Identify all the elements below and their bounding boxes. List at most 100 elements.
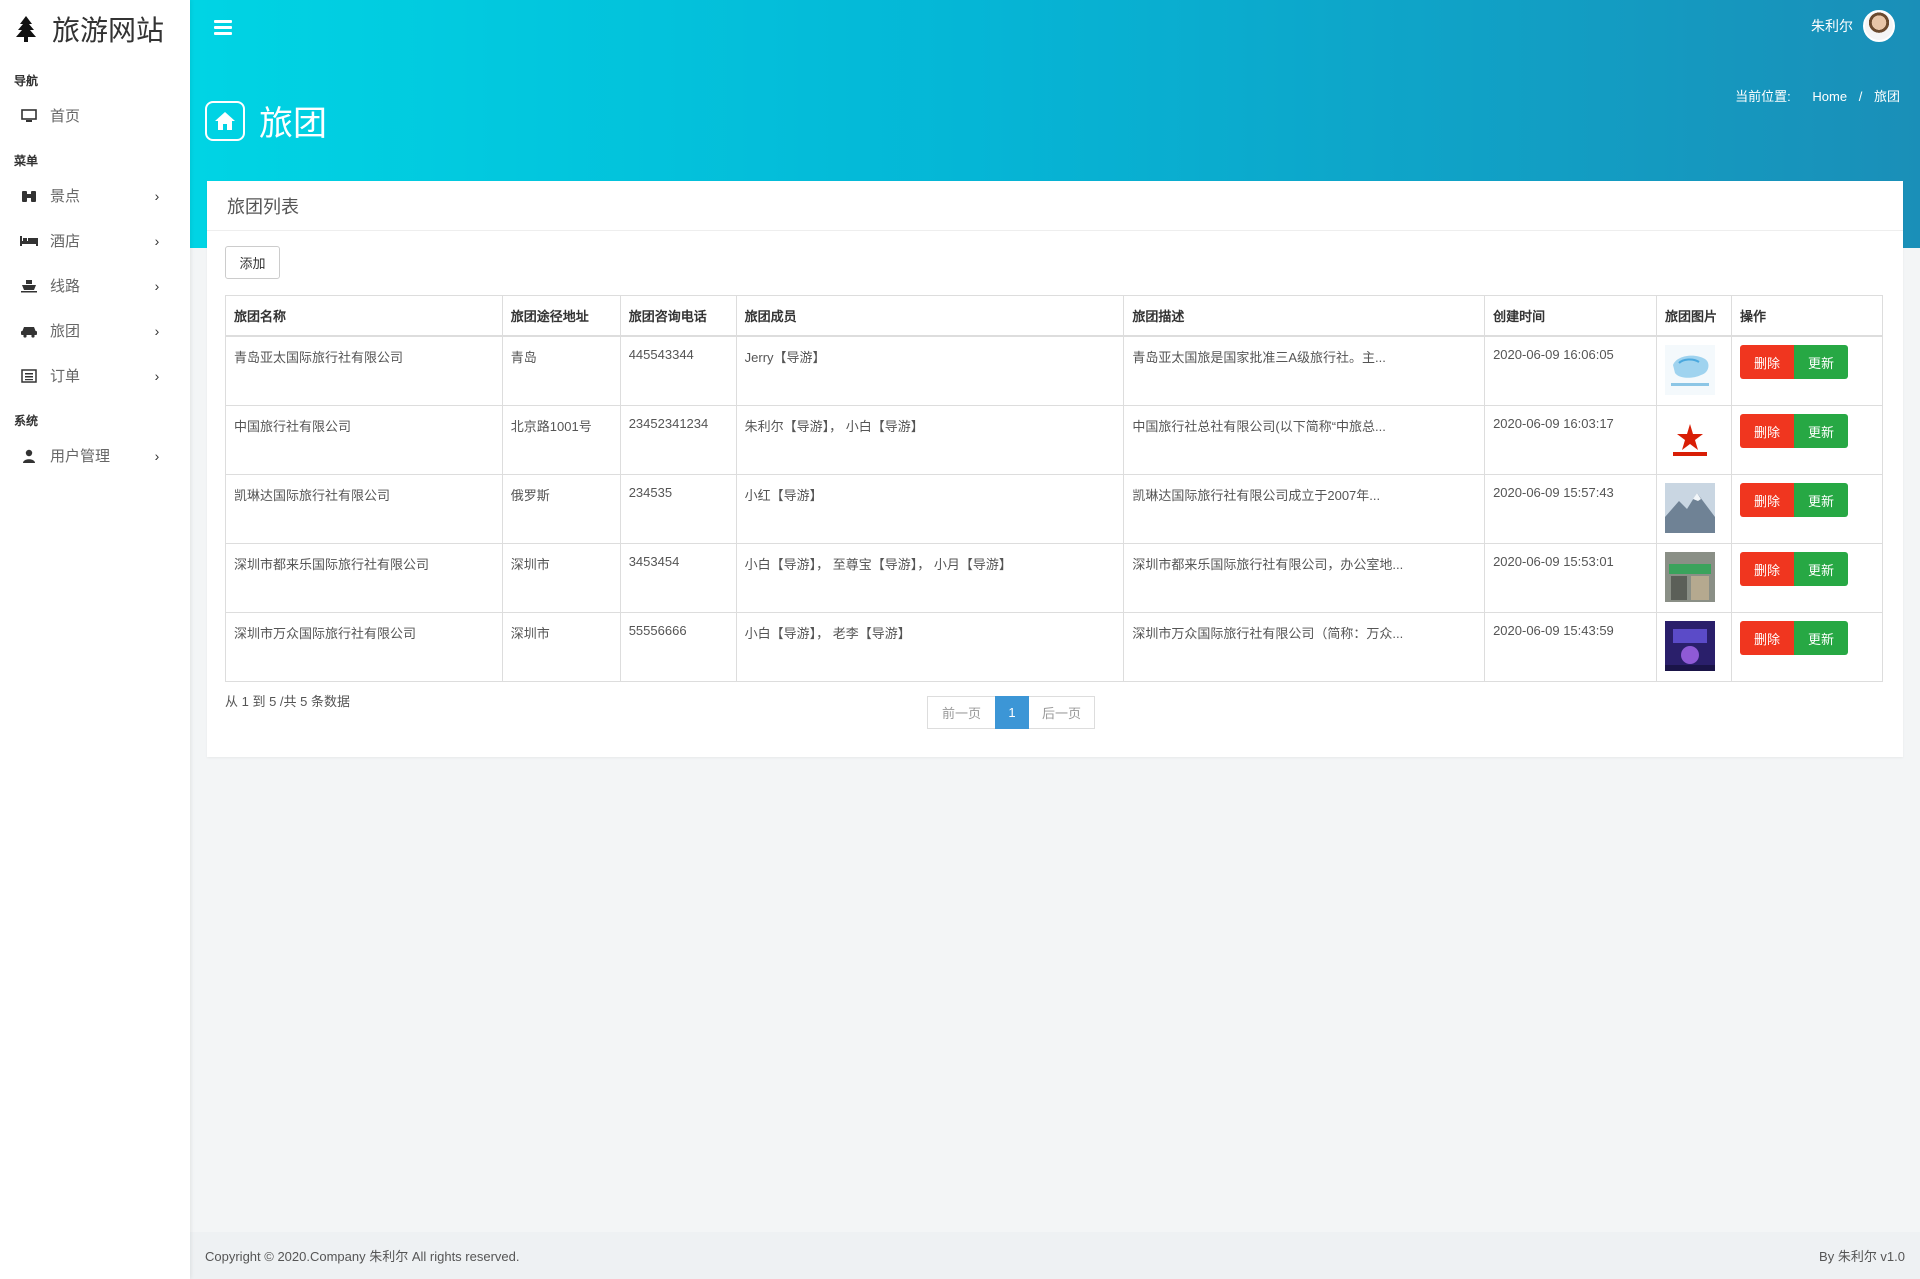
- brand[interactable]: 旅游网站: [0, 0, 190, 58]
- cell-actions: 删除 更新: [1730, 543, 1884, 613]
- sidebar-item-label: 首页: [50, 108, 81, 125]
- table-row: 深圳市万众国际旅行社有限公司 深圳市 55556666 小白【导游】， 老李【导…: [225, 612, 1884, 682]
- chevron-right-icon: ›: [154, 447, 160, 464]
- cell-image: [1655, 405, 1732, 475]
- cell-members: 小白【导游】， 老李【导游】: [735, 612, 1125, 682]
- breadcrumb-home-link[interactable]: Home: [1812, 89, 1847, 104]
- card-title: 旅团列表: [207, 181, 1903, 231]
- footer-copyright: Copyright © 2020.Company 朱利尔 All rights …: [205, 1249, 520, 1264]
- table-row: 青岛亚太国际旅行社有限公司 青岛 445543344 Jerry【导游】 青岛亚…: [225, 335, 1884, 406]
- tour-group-list-card: 旅团列表 添加 旅团名称 旅团途径地址 旅团咨询电话 旅团成员 旅团描述 创建时…: [207, 181, 1903, 757]
- cell-address: 深圳市: [501, 543, 621, 613]
- column-header[interactable]: 旅团名称: [225, 295, 503, 337]
- sidebar-item-user-management[interactable]: 用户管理 ›: [0, 433, 190, 478]
- binoculars-icon: [20, 187, 38, 205]
- group-image-thumbnail[interactable]: [1664, 552, 1715, 602]
- sidebar-item-home[interactable]: 首页: [0, 93, 190, 138]
- cell-description: 深圳市都来乐国际旅行社有限公司，办公室地...: [1123, 543, 1486, 613]
- brand-title: 旅游网站: [52, 14, 165, 47]
- cell-phone: 23452341234: [619, 405, 737, 475]
- update-button[interactable]: 更新: [1793, 552, 1848, 586]
- update-button[interactable]: 更新: [1793, 345, 1848, 379]
- column-header[interactable]: 操作: [1730, 295, 1884, 337]
- cell-address: 青岛: [501, 335, 621, 406]
- sidebar-item-label: 景点: [50, 188, 81, 205]
- column-header[interactable]: 旅团描述: [1123, 295, 1486, 337]
- delete-button[interactable]: 删除: [1739, 621, 1794, 655]
- sidebar-item-tour-groups[interactable]: 旅团 ›: [0, 308, 190, 353]
- cell-created: 2020-06-09 15:53:01: [1484, 543, 1657, 613]
- table-row: 中国旅行社有限公司 北京路1001号 23452341234 朱利尔【导游】， …: [225, 405, 1884, 475]
- delete-button[interactable]: 删除: [1739, 414, 1794, 448]
- cell-actions: 删除 更新: [1730, 405, 1884, 475]
- user-icon: [20, 447, 38, 465]
- cell-actions: 删除 更新: [1730, 335, 1884, 406]
- chevron-right-icon: ›: [154, 322, 160, 339]
- sidebar-item-attractions[interactable]: 景点 ›: [0, 173, 190, 218]
- user-menu[interactable]: 朱利尔: [1811, 10, 1895, 42]
- delete-button[interactable]: 删除: [1739, 552, 1794, 586]
- prev-page-button[interactable]: 前一页: [927, 696, 995, 729]
- tour-group-table: 旅团名称 旅团途径地址 旅团咨询电话 旅团成员 旅团描述 创建时间 旅团图片 操…: [225, 295, 1884, 682]
- cell-actions: 删除 更新: [1730, 612, 1884, 682]
- hamburger-menu-icon[interactable]: [214, 20, 232, 36]
- delete-button[interactable]: 删除: [1739, 483, 1794, 517]
- sidebar-item-label: 用户管理: [50, 448, 111, 465]
- column-header[interactable]: 旅团途径地址: [501, 295, 621, 337]
- column-header[interactable]: 旅团成员: [735, 295, 1125, 337]
- column-header[interactable]: 创建时间: [1484, 295, 1657, 337]
- section-label-nav: 导航: [14, 74, 39, 88]
- group-image-thumbnail[interactable]: [1664, 483, 1715, 533]
- section-label-menu: 菜单: [14, 154, 39, 168]
- sidebar-item-orders[interactable]: 订单 ›: [0, 353, 190, 398]
- column-header[interactable]: 旅团图片: [1655, 295, 1732, 337]
- table-row: 深圳市都来乐国际旅行社有限公司 深圳市 3453454 小白【导游】， 至尊宝【…: [225, 543, 1884, 613]
- group-image-thumbnail[interactable]: [1664, 414, 1715, 464]
- column-header[interactable]: 旅团咨询电话: [619, 295, 737, 337]
- list-alt-icon: [20, 367, 38, 385]
- cell-name: 青岛亚太国际旅行社有限公司: [225, 335, 503, 406]
- cell-address: 俄罗斯: [501, 474, 621, 544]
- cell-members: 小白【导游】， 至尊宝【导游】， 小月【导游】: [735, 543, 1125, 613]
- user-name: 朱利尔: [1811, 18, 1853, 34]
- table-header-row: 旅团名称 旅团途径地址 旅团咨询电话 旅团成员 旅团描述 创建时间 旅团图片 操…: [225, 295, 1884, 337]
- group-image-thumbnail[interactable]: [1664, 345, 1715, 395]
- cell-created: 2020-06-09 16:03:17: [1484, 405, 1657, 475]
- cell-image: [1655, 612, 1732, 682]
- page-title: 旅团: [259, 104, 327, 144]
- cell-phone: 234535: [619, 474, 737, 544]
- cell-image: [1655, 335, 1732, 406]
- cell-name: 中国旅行社有限公司: [225, 405, 503, 475]
- cell-image: [1655, 543, 1732, 613]
- cell-members: 朱利尔【导游】， 小白【导游】: [735, 405, 1125, 475]
- page-header: 旅团: [205, 96, 327, 145]
- sidebar-item-hotels[interactable]: 酒店 ›: [0, 218, 190, 263]
- footer: Copyright © 2020.Company 朱利尔 All rights …: [190, 1232, 1920, 1279]
- next-page-button[interactable]: 后一页: [1029, 696, 1095, 729]
- chevron-right-icon: ›: [154, 232, 160, 249]
- footer-version: By 朱利尔 v1.0: [1819, 1249, 1905, 1264]
- group-image-thumbnail[interactable]: [1664, 621, 1715, 671]
- cell-phone: 55556666: [619, 612, 737, 682]
- update-button[interactable]: 更新: [1793, 414, 1848, 448]
- cell-phone: 445543344: [619, 335, 737, 406]
- cell-address: 北京路1001号: [501, 405, 621, 475]
- update-button[interactable]: 更新: [1793, 621, 1848, 655]
- add-button[interactable]: 添加: [225, 246, 280, 279]
- pagination: 前一页 1 后一页: [927, 696, 1095, 729]
- chevron-right-icon: ›: [154, 277, 160, 294]
- tree-icon: [16, 16, 36, 42]
- chevron-right-icon: ›: [154, 367, 160, 384]
- ship-icon: [20, 277, 38, 295]
- delete-button[interactable]: 删除: [1739, 345, 1794, 379]
- breadcrumb-separator: /: [1858, 89, 1863, 104]
- cell-phone: 3453454: [619, 543, 737, 613]
- cell-created: 2020-06-09 15:43:59: [1484, 612, 1657, 682]
- sidebar: 旅游网站 导航 首页 菜单 景点 › 酒店 › 线路 › 旅团 › 订单 › 系…: [0, 0, 190, 1279]
- cell-name: 凯琳达国际旅行社有限公司: [225, 474, 503, 544]
- breadcrumb: 当前位置: Home / 旅团: [1735, 86, 1900, 105]
- update-button[interactable]: 更新: [1793, 483, 1848, 517]
- page-button-current[interactable]: 1: [995, 696, 1029, 729]
- sidebar-item-routes[interactable]: 线路 ›: [0, 263, 190, 308]
- cell-actions: 删除 更新: [1730, 474, 1884, 544]
